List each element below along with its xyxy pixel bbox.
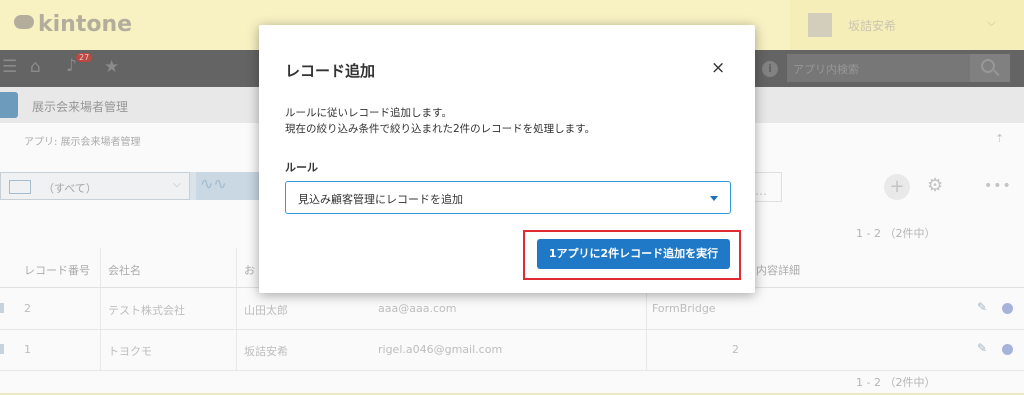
dialog-description-detail: 現在の絞り込み条件で絞り込まれた2件のレコードを処理します。 [285, 123, 596, 135]
close-icon[interactable]: × [711, 59, 725, 77]
add-record-dialog: レコード追加 × ルールに従いレコード追加します。 現在の絞り込み条件で絞り込ま… [259, 25, 755, 293]
rule-select-value: 見込み顧客管理にレコードを追加 [298, 193, 463, 206]
rule-label: ルール [285, 161, 318, 174]
rule-select[interactable]: 見込み顧客管理にレコードを追加 [285, 181, 731, 214]
caret-down-icon [710, 196, 718, 201]
dialog-title: レコード追加 [285, 62, 376, 80]
run-add-records-button[interactable]: 1アプリに2件レコード追加を実行 [537, 239, 730, 269]
dialog-description: ルールに従いレコード追加します。 [285, 107, 452, 119]
